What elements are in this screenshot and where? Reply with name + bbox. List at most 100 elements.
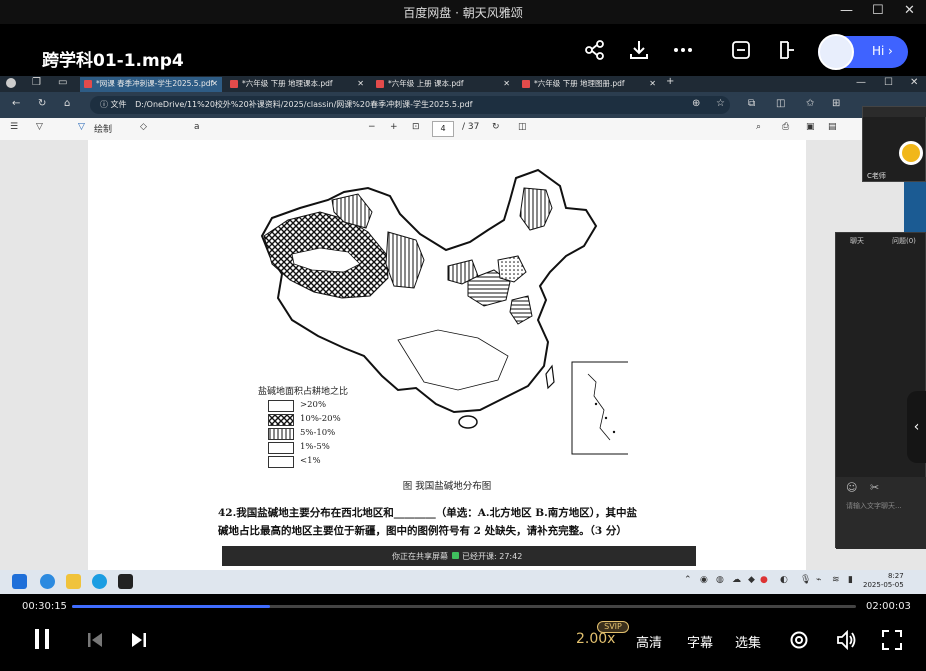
- subtitle-button[interactable]: 字幕: [687, 632, 713, 651]
- search-icon[interactable]: ⌕: [756, 122, 761, 132]
- zoom-out-icon[interactable]: −: [368, 122, 376, 132]
- tray-app-icon[interactable]: ⌁: [816, 575, 821, 585]
- more-icon[interactable]: [672, 39, 694, 61]
- screen-record-icon[interactable]: [730, 39, 752, 61]
- rotate-icon[interactable]: ↻: [492, 122, 500, 132]
- tray-app-icon[interactable]: ◆: [748, 575, 755, 585]
- collections-icon[interactable]: ⊞: [832, 98, 840, 109]
- tray-app-icon[interactable]: ◉: [700, 575, 708, 585]
- progress-bar[interactable]: [72, 605, 856, 608]
- read-aloud-icon[interactable]: a: [194, 122, 200, 132]
- player-header: 跨学科01-1.mp4 Hi ›: [0, 24, 926, 76]
- next-icon[interactable]: [130, 632, 148, 648]
- fullscreen-icon[interactable]: [882, 630, 902, 650]
- emoji-icon[interactable]: ☺: [846, 481, 857, 494]
- close-tab-icon[interactable]: ✕: [503, 77, 510, 91]
- profile-icon[interactable]: [6, 78, 16, 88]
- minimize-icon[interactable]: —: [856, 77, 866, 88]
- collapse-panel-button[interactable]: ‹: [907, 391, 926, 463]
- minimize-icon[interactable]: —: [840, 3, 853, 18]
- save-as-icon[interactable]: ▤: [828, 122, 837, 132]
- playback-rate-button[interactable]: 2.00x: [576, 631, 615, 647]
- tray-app-icon[interactable]: ●: [760, 575, 768, 585]
- start-icon[interactable]: [12, 574, 27, 589]
- browser-tab[interactable]: *六年级 下册 地理图册.pdf ✕: [518, 77, 660, 92]
- new-tab-icon[interactable]: +: [666, 76, 674, 87]
- settings-icon[interactable]: [789, 630, 809, 650]
- close-tab-icon[interactable]: ✕: [649, 77, 656, 91]
- chat-input[interactable]: 请输入文字聊天...: [846, 501, 902, 511]
- browser-address-bar: ← ↻ ⌂ ⓘ 文件 D:/OneDrive/11%20校外%20补课资料/20…: [0, 92, 926, 118]
- mic-icon[interactable]: 🎙: [800, 575, 811, 585]
- maximize-icon[interactable]: ☐: [872, 3, 884, 18]
- chevron-right-icon: ›: [888, 44, 893, 58]
- legend-swatch: [268, 414, 294, 426]
- browser-tab[interactable]: *网课 春季冲刺课-学生2025.5.pdf ✕: [80, 77, 222, 92]
- ie-icon[interactable]: [40, 574, 55, 589]
- explorer-icon[interactable]: [66, 574, 81, 589]
- address-field[interactable]: ⓘ 文件 D:/OneDrive/11%20校外%20补课资料/2025/cla…: [90, 96, 730, 114]
- zoom-icon[interactable]: ⊕: [692, 98, 700, 109]
- tab-actions-icon[interactable]: ▭: [58, 77, 67, 88]
- draw-button[interactable]: 绘制: [94, 122, 112, 135]
- quality-button[interactable]: 高清: [636, 632, 662, 651]
- print-icon[interactable]: ⎙: [782, 122, 789, 132]
- home-icon[interactable]: ⌂: [64, 98, 70, 109]
- greeting-label: Hi: [872, 44, 885, 58]
- contents-icon[interactable]: ☰: [10, 122, 18, 132]
- tray-app-icon[interactable]: ◍: [716, 575, 724, 585]
- close-tab-icon[interactable]: ✕: [357, 77, 364, 91]
- close-tab-icon[interactable]: ✕: [211, 77, 218, 91]
- address-url: D:/OneDrive/11%20校外%20补课资料/2025/classin/…: [135, 100, 473, 109]
- browser-tab[interactable]: *六年级 上册 课本.pdf ✕: [372, 77, 514, 92]
- draw-icon[interactable]: ▽: [78, 122, 85, 132]
- avatar: [818, 34, 854, 70]
- favorite-icon[interactable]: ☆: [716, 98, 725, 109]
- fit-page-icon[interactable]: ⊡: [412, 122, 420, 132]
- tab-label: *六年级 上册 课本.pdf: [388, 79, 464, 88]
- edge-icon[interactable]: [92, 574, 107, 589]
- eraser-icon[interactable]: ◇: [140, 122, 147, 132]
- page-number-input[interactable]: 4: [432, 121, 454, 137]
- maximize-icon[interactable]: ☐: [884, 77, 893, 88]
- scissors-icon[interactable]: ✂: [870, 481, 879, 494]
- share-icon[interactable]: [584, 39, 606, 61]
- pdf-icon: [84, 80, 92, 88]
- tray-app-icon[interactable]: ◐: [780, 575, 788, 585]
- video-frame[interactable]: ❐ ▭ *网课 春季冲刺课-学生2025.5.pdf ✕ *六年级 下册 地理课…: [0, 76, 926, 594]
- save-icon[interactable]: ▣: [806, 122, 815, 132]
- progress-fill: [72, 605, 270, 608]
- download-icon[interactable]: [628, 39, 650, 61]
- battery-icon[interactable]: ▮: [848, 575, 853, 585]
- filter-icon[interactable]: ▽: [36, 122, 43, 132]
- refresh-icon[interactable]: ↻: [38, 98, 46, 109]
- pdf-viewer[interactable]: 盐碱地面积占耕地之比 >20% 10%-20% 5%-10% 1%-5% <1%: [0, 140, 926, 574]
- pip-icon[interactable]: [774, 39, 796, 61]
- workspaces-icon[interactable]: ❐: [32, 77, 41, 88]
- wifi-icon[interactable]: ≋: [832, 575, 840, 585]
- episodes-button[interactable]: 选集: [735, 632, 761, 651]
- extensions-icon[interactable]: ⧉: [748, 98, 755, 109]
- chat-input-area[interactable]: ☺ ✂ 请输入文字聊天...: [836, 477, 926, 549]
- tab-chat[interactable]: 聊天: [850, 236, 864, 246]
- legend-swatch: [268, 428, 294, 440]
- tray-expand-icon[interactable]: ⌃: [684, 575, 692, 585]
- classin-icon[interactable]: [118, 574, 133, 589]
- close-icon[interactable]: ✕: [910, 77, 918, 88]
- split-screen-icon[interactable]: ◫: [776, 98, 785, 109]
- zoom-in-icon[interactable]: +: [390, 122, 398, 132]
- favorites-icon[interactable]: ✩: [806, 98, 814, 109]
- browser-tab[interactable]: *六年级 下册 地理课本.pdf ✕: [226, 77, 368, 92]
- taskbar-clock[interactable]: 8:27 2025-05-05: [863, 572, 904, 590]
- pdf-icon: [376, 80, 384, 88]
- tray-app-icon[interactable]: ☁: [732, 575, 741, 585]
- tab-questions[interactable]: 问题(0): [892, 236, 916, 246]
- previous-icon[interactable]: [86, 632, 104, 648]
- page-view-icon[interactable]: ◫: [518, 122, 527, 132]
- user-greeting-button[interactable]: Hi ›: [818, 34, 908, 70]
- close-icon[interactable]: ✕: [904, 3, 915, 18]
- pause-icon[interactable]: [32, 628, 52, 650]
- back-icon[interactable]: ←: [12, 98, 20, 109]
- sharing-status: 你正在共享屏幕: [392, 552, 448, 561]
- volume-icon[interactable]: [836, 630, 858, 650]
